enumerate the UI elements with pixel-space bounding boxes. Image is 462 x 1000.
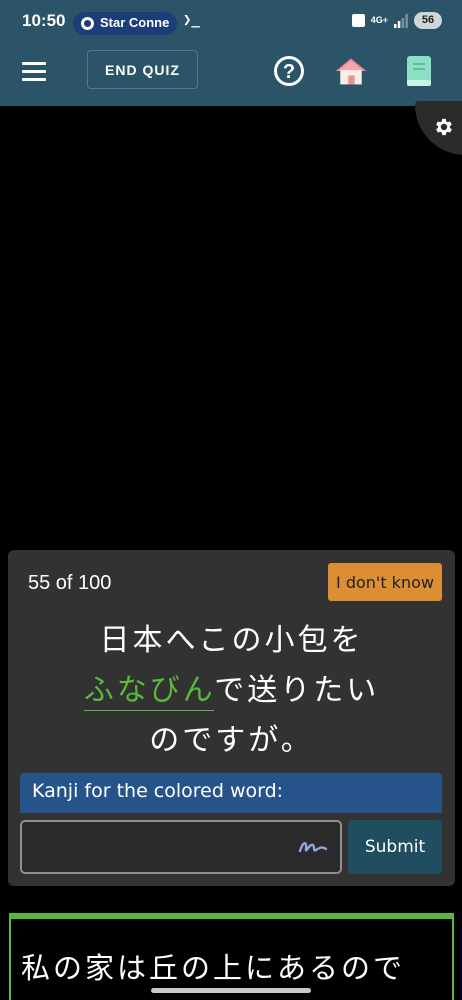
battery-level: 56 [414, 12, 442, 29]
record-icon [81, 17, 94, 30]
notification-text: Star Conne [100, 15, 170, 30]
submit-button[interactable]: Submit [348, 820, 442, 874]
home-icon[interactable] [334, 54, 368, 88]
sentence-line-2: ふなびんで送りたい [8, 666, 455, 716]
end-quiz-button[interactable]: END QUIZ [87, 50, 198, 89]
highlighted-word: ふなびん [83, 673, 215, 711]
book-icon[interactable] [402, 54, 436, 88]
next-question-sentence: 私の家は丘の上にあるので [21, 951, 406, 985]
help-icon[interactable]: ? [272, 54, 306, 88]
sentence-line-3: のですが。 [149, 723, 314, 758]
home-indicator[interactable] [151, 988, 311, 993]
status-bar: 10:50 Star Conne ❯_ 4G+ 56 [0, 0, 462, 40]
network-type: 4G+ [370, 15, 388, 25]
app-header: END QUIZ ? [0, 40, 462, 106]
svg-text:?: ? [283, 61, 295, 83]
question-counter: 55 of 100 [28, 572, 112, 594]
next-question-card: 私の家は丘の上にあるので [9, 913, 454, 1000]
sentence-line-2-rest: で送りたい [214, 673, 380, 708]
terminal-icon: ❯_ [183, 12, 200, 28]
sentence-line-1: 日本へこの小包を [99, 623, 364, 658]
question-sentence: 日本へこの小包を ふなびんで送りたい のですが。 [8, 616, 455, 766]
dont-know-button[interactable]: I don't know [328, 563, 442, 601]
notification-pill[interactable]: Star Conne [73, 12, 177, 35]
signal-icon [394, 13, 408, 28]
answer-prompt: Kanji for the colored word: [20, 773, 442, 813]
answer-input[interactable] [20, 820, 342, 874]
handwriting-icon[interactable] [298, 837, 328, 857]
quiz-card: 55 of 100 I don't know 日本へこの小包を ふなびんで送りた… [8, 550, 455, 886]
status-time: 10:50 [22, 11, 66, 30]
settings-tab[interactable] [415, 101, 462, 155]
menu-icon[interactable] [22, 62, 46, 82]
building-icon [351, 14, 365, 27]
gear-icon [436, 118, 452, 136]
status-icons: 4G+ 56 [351, 12, 442, 29]
